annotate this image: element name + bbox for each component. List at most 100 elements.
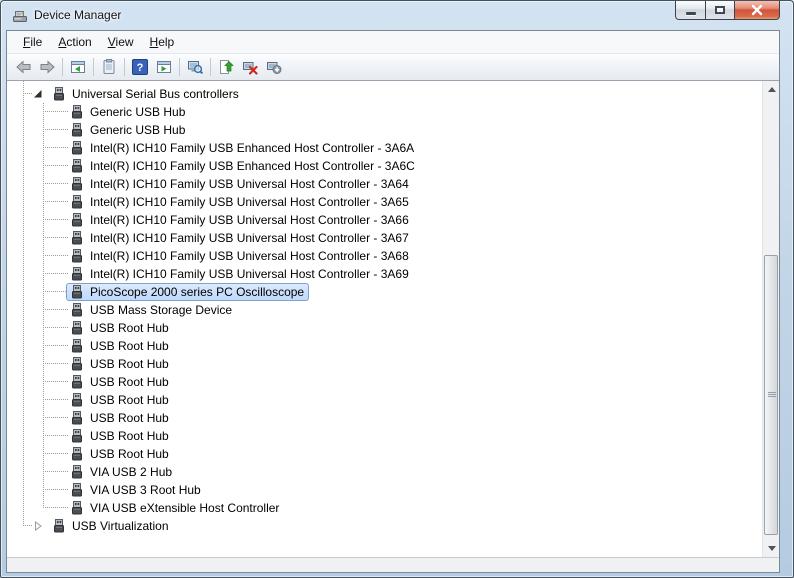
tree-connector xyxy=(43,201,68,202)
tree-item-label: USB Root Hub xyxy=(90,447,169,461)
tree-item-label: USB Root Hub xyxy=(90,321,169,335)
tree-item[interactable]: Intel(R) ICH10 Family USB Universal Host… xyxy=(7,265,762,283)
tree-item[interactable]: VIA USB 3 Root Hub xyxy=(7,481,762,499)
tree-item[interactable]: USB Root Hub xyxy=(7,373,762,391)
tree-item[interactable]: Generic USB Hub xyxy=(7,103,762,121)
maximize-button[interactable] xyxy=(706,1,735,20)
usb-device-icon xyxy=(69,356,85,372)
tree-item-label: VIA USB 2 Hub xyxy=(90,465,172,479)
tree-item-label: Intel(R) ICH10 Family USB Universal Host… xyxy=(90,231,409,245)
tree-item-label: Universal Serial Bus controllers xyxy=(72,87,239,101)
tree-item[interactable]: Intel(R) ICH10 Family USB Enhanced Host … xyxy=(7,157,762,175)
toolbar-separator xyxy=(124,58,125,76)
collapse-expander-icon[interactable] xyxy=(33,89,43,99)
tree-root-connector xyxy=(23,81,24,526)
tree-item[interactable]: USB Root Hub xyxy=(7,337,762,355)
show-console-tree-button[interactable] xyxy=(66,56,90,78)
tree-item[interactable]: USB Root Hub xyxy=(7,355,762,373)
usb-device-icon xyxy=(69,464,85,480)
tree-connector xyxy=(43,165,68,166)
toolbar-separator xyxy=(93,58,94,76)
expand-expander-icon[interactable] xyxy=(33,521,43,531)
tree-connector xyxy=(43,507,68,508)
tree-item[interactable]: Intel(R) ICH10 Family USB Enhanced Host … xyxy=(7,139,762,157)
tree-connector xyxy=(43,489,68,490)
tree-child-connector xyxy=(43,103,44,508)
tree-item[interactable]: VIA USB 2 Hub xyxy=(7,463,762,481)
minimize-icon xyxy=(686,12,696,15)
tree-item-label: USB Root Hub xyxy=(90,393,169,407)
tree-item[interactable]: USB Root Hub xyxy=(7,319,762,337)
properties-button[interactable] xyxy=(97,56,121,78)
usb-device-icon xyxy=(69,104,85,120)
tree-item[interactable]: USB Root Hub xyxy=(7,409,762,427)
menu-bar: FileActionViewHelp xyxy=(7,31,779,54)
tree-item[interactable]: Intel(R) ICH10 Family USB Universal Host… xyxy=(7,247,762,265)
tree-connector xyxy=(43,363,68,364)
tree-item-label: Intel(R) ICH10 Family USB Enhanced Host … xyxy=(90,159,415,173)
minimize-button[interactable] xyxy=(675,1,706,20)
tree-item[interactable]: PicoScope 2000 series PC Oscilloscope xyxy=(7,283,762,301)
status-bar xyxy=(7,557,779,572)
vertical-scrollbar[interactable] xyxy=(762,81,779,557)
scroll-up-button[interactable] xyxy=(763,81,779,98)
menu-item-help[interactable]: Help xyxy=(142,32,183,52)
update-driver-button[interactable] xyxy=(214,56,238,78)
tree-item[interactable]: USB Root Hub xyxy=(7,391,762,409)
scroll-down-icon xyxy=(768,546,776,551)
usb-device-icon xyxy=(69,410,85,426)
tree-item-label: USB Root Hub xyxy=(90,357,169,371)
uninstall-button[interactable] xyxy=(238,56,262,78)
forward-button[interactable] xyxy=(35,56,59,78)
tree-item[interactable]: Intel(R) ICH10 Family USB Universal Host… xyxy=(7,193,762,211)
tree-item-label: Intel(R) ICH10 Family USB Universal Host… xyxy=(90,213,409,227)
tree-connector xyxy=(43,237,68,238)
scan-hardware-changes-button[interactable] xyxy=(183,56,207,78)
back-button[interactable] xyxy=(11,56,35,78)
scrollbar-thumb[interactable] xyxy=(764,255,778,535)
usb-device-icon xyxy=(69,392,85,408)
usb-device-icon xyxy=(69,212,85,228)
tree-item[interactable]: Intel(R) ICH10 Family USB Universal Host… xyxy=(7,211,762,229)
tree-item-label: Intel(R) ICH10 Family USB Universal Host… xyxy=(90,249,409,263)
usb-device-icon xyxy=(69,248,85,264)
tree-item[interactable]: Intel(R) ICH10 Family USB Universal Host… xyxy=(7,175,762,193)
tree-item-label: VIA USB eXtensible Host Controller xyxy=(90,501,279,515)
usb-device-icon xyxy=(69,446,85,462)
usb-device-icon xyxy=(51,518,67,534)
console-tree-icon xyxy=(70,59,86,75)
tree-item[interactable]: Intel(R) ICH10 Family USB Universal Host… xyxy=(7,229,762,247)
tree-connector xyxy=(43,309,68,310)
device-manager-window: Device Manager FileActionViewHelp xyxy=(0,0,794,578)
menu-item-action[interactable]: Action xyxy=(50,32,99,52)
scroll-down-button[interactable] xyxy=(763,540,779,557)
tree-connector xyxy=(23,93,32,94)
tree-connector xyxy=(43,129,68,130)
tree-item-label: USB Root Hub xyxy=(90,429,169,443)
usb-device-icon xyxy=(69,482,85,498)
disable-button[interactable] xyxy=(262,56,286,78)
tree-item[interactable]: VIA USB eXtensible Host Controller xyxy=(7,499,762,517)
tree-item[interactable]: Universal Serial Bus controllers xyxy=(7,85,762,103)
caption-buttons xyxy=(675,1,780,20)
tree-connector xyxy=(43,273,68,274)
tree-connector xyxy=(43,417,68,418)
tree-item[interactable]: USB Root Hub xyxy=(7,445,762,463)
usb-device-icon xyxy=(69,320,85,336)
show-action-pane-button[interactable] xyxy=(152,56,176,78)
update-driver-icon xyxy=(218,59,234,75)
title-bar[interactable]: Device Manager xyxy=(1,1,793,30)
usb-device-icon xyxy=(69,266,85,282)
tree-item[interactable]: USB Virtualization xyxy=(7,517,762,535)
toolbar-separator xyxy=(210,58,211,76)
close-button[interactable] xyxy=(735,1,780,20)
back-arrow-icon xyxy=(15,59,32,75)
tree-item[interactable]: Generic USB Hub xyxy=(7,121,762,139)
tree-item[interactable]: USB Mass Storage Device xyxy=(7,301,762,319)
menu-item-view[interactable]: View xyxy=(100,32,142,52)
forward-arrow-icon xyxy=(39,59,56,75)
help-button[interactable]: ? xyxy=(128,56,152,78)
menu-item-file[interactable]: File xyxy=(15,32,50,52)
tree-item[interactable]: USB Root Hub xyxy=(7,427,762,445)
tree-item-label: VIA USB 3 Root Hub xyxy=(90,483,201,497)
